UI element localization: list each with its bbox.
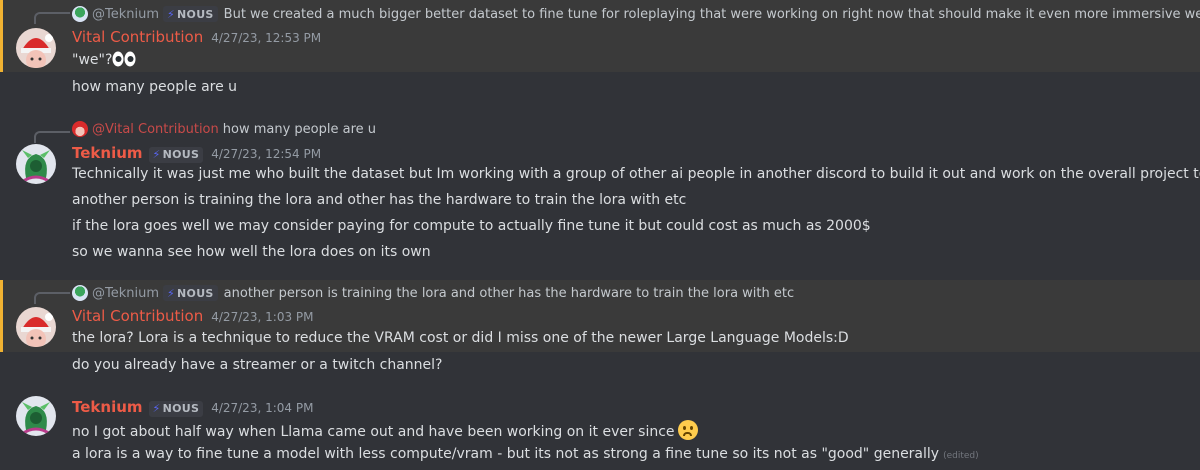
message-line: another person is training the lora and … [72,192,687,208]
bolt-icon: ⚡ [152,148,161,161]
message-line: do you already have a streamer or a twit… [72,357,443,373]
author-name[interactable]: Vital Contribution [72,28,203,46]
author-name[interactable]: Vital Contribution [72,307,203,325]
reply-preview[interactable]: @Vital Contribution how many people are … [72,119,376,139]
bolt-icon: ⚡ [167,286,176,300]
reply-text: another person is training the lora and … [223,285,795,301]
message-vital-1: @Teknium ⚡ NOUS But we created a much big… [0,0,1200,72]
reply-text: But we created a much bigger better data… [223,6,1200,22]
nous-tag: ⚡ NOUS [148,400,204,417]
avatar[interactable] [16,28,56,68]
edited-label: (edited) [943,451,979,461]
nous-tag: ⚡ NOUS [148,146,204,163]
reply-mention[interactable]: @Teknium [92,286,159,301]
nous-tag: ⚡ NOUS [163,6,218,22]
timestamp: 4/27/23, 1:03 PM [211,310,314,324]
reply-mention[interactable]: @Vital Contribution [92,122,219,137]
avatar[interactable] [16,396,56,436]
message-line: no I got about half way when Llama came … [72,420,698,440]
message-line: if the lora goes well we may consider pa… [72,218,871,234]
reply-text: how many people are u [222,121,376,137]
message-vital-2: @Teknium ⚡ NOUS another person is trainin… [0,280,1200,352]
bolt-icon: ⚡ [167,7,176,21]
timestamp: 4/27/23, 12:54 PM [211,147,322,161]
avatar[interactable] [16,144,56,184]
nous-tag: ⚡ NOUS [163,285,218,301]
timestamp: 4/27/23, 12:53 PM [211,31,322,45]
message-line: "we"? [72,51,136,71]
reply-spine [34,292,70,304]
timestamp: 4/27/23, 1:04 PM [211,401,314,415]
reply-preview[interactable]: @Teknium ⚡ NOUS But we created a much big… [72,4,1200,24]
vital-mini-avatar [72,121,88,137]
author-name[interactable]: Teknium [72,144,143,162]
author-name[interactable]: Teknium [72,398,143,416]
message-header: Vital Contribution 4/27/23, 12:53 PM [72,28,321,46]
message-line: how many people are u [72,79,238,95]
teknium-mini-avatar [72,6,88,22]
teknium-mini-avatar [72,285,88,301]
frowning-emoji-icon [677,420,698,440]
bolt-icon: ⚡ [152,402,161,415]
message-line: the lora? Lora is a technique to reduce … [72,330,849,346]
message-header: Teknium ⚡ NOUS 4/27/23, 12:54 PM [72,144,321,163]
message-line: a lora is a way to fine tune a model wit… [72,446,979,462]
message-header: Teknium ⚡ NOUS 4/27/23, 1:04 PM [72,398,313,417]
reply-spine [34,12,70,24]
reply-mention[interactable]: @Teknium [92,7,159,22]
message-line: so we wanna see how well the lora does o… [72,244,431,260]
message-header: Vital Contribution 4/27/23, 1:03 PM [72,307,314,325]
reply-spine [34,131,70,143]
reply-preview[interactable]: @Teknium ⚡ NOUS another person is trainin… [72,283,794,303]
avatar[interactable] [16,307,56,347]
eyes-emoji-icon [112,51,136,71]
message-line: Technically it was just me who built the… [72,166,1200,182]
